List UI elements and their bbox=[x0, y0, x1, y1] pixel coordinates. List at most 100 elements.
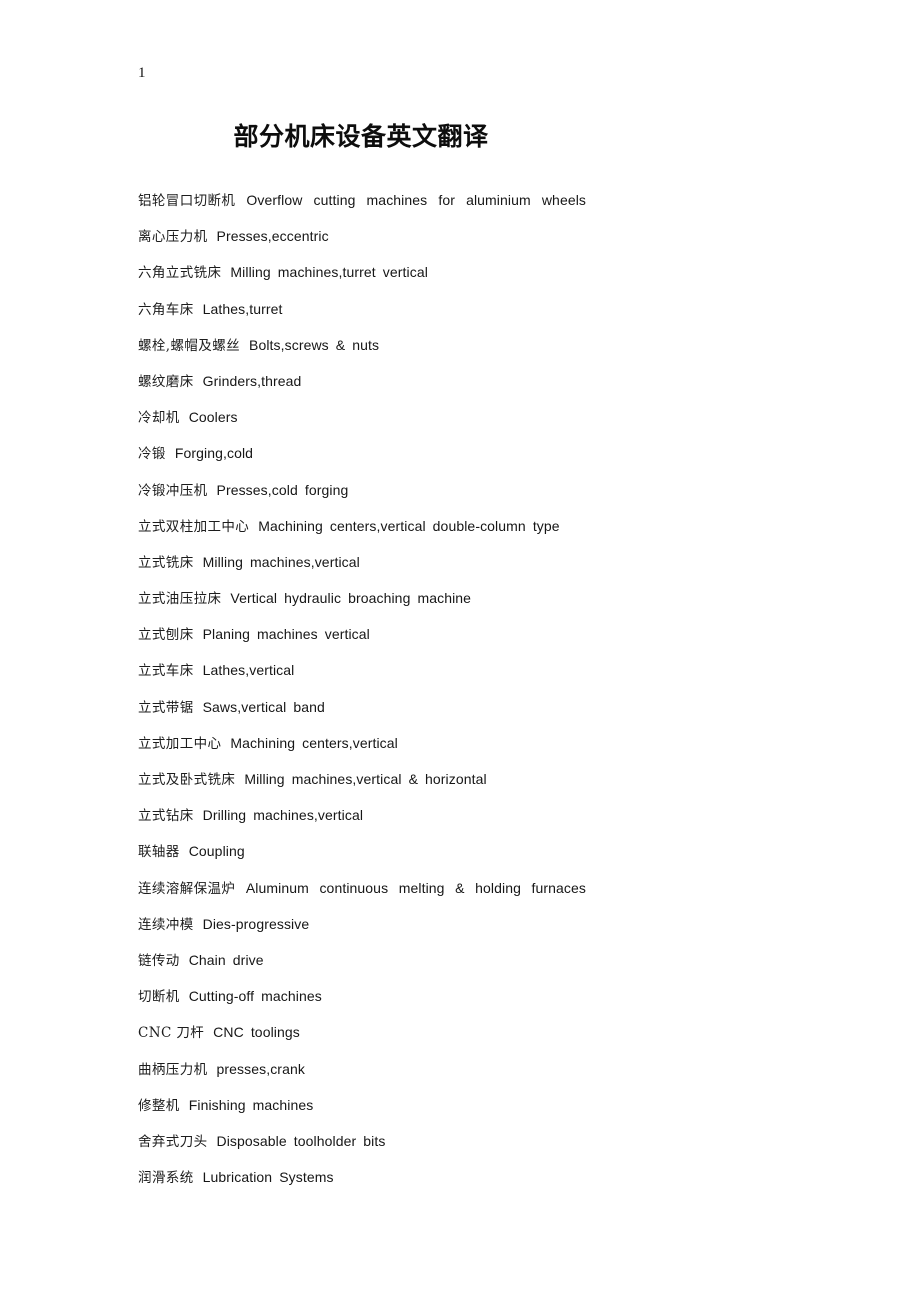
entry-translation-en: CNC bbox=[213, 1024, 244, 1041]
entry-translation-en: Forging,cold bbox=[174, 445, 254, 462]
entry-translation-en: machines,vertical bbox=[250, 553, 360, 570]
entry-term-zh: 铝轮冒口切断机 bbox=[138, 193, 236, 209]
entry-translation-en: Finishing bbox=[188, 1096, 246, 1113]
entry-translation-en: machine bbox=[417, 590, 472, 607]
entry-translation-en: Presses,eccentric bbox=[216, 228, 329, 245]
entry-term-zh: 立式带锯 bbox=[138, 699, 194, 716]
glossary-entry: 立式及卧式铣床 Milling machines,vertical & horizont… bbox=[138, 764, 586, 800]
glossary-entry: 立式铣床 Milling machines,vertical bbox=[138, 547, 586, 583]
entry-translation-en: machines bbox=[257, 626, 318, 643]
entry-term-zh: 冷却机 bbox=[138, 410, 180, 427]
entry-term-zh: 螺纹磨床 bbox=[138, 373, 194, 390]
glossary-entry: 切断机 Cutting-off machines bbox=[138, 981, 586, 1017]
entry-translation-en: aluminium bbox=[466, 192, 531, 208]
glossary-entry: CNC 刀杆 CNC toolings bbox=[138, 1017, 586, 1053]
entry-term-zh: 六角立式铣床 bbox=[138, 265, 222, 282]
page-number-marker: 1 bbox=[138, 65, 146, 81]
entry-translation-en: centers,vertical bbox=[329, 517, 426, 534]
entry-term-zh: 切断机 bbox=[138, 989, 180, 1006]
glossary-entry: 立式双柱加工中心 Machining centers,vertical double-… bbox=[138, 511, 586, 547]
entry-translation-en: Lathes,turret bbox=[202, 300, 283, 317]
entry-translation-en: Milling bbox=[244, 771, 285, 787]
entry-translation-en: Overflow bbox=[246, 192, 303, 208]
entry-translation-en: bits bbox=[363, 1132, 386, 1149]
entry-translation-en: nuts bbox=[352, 336, 380, 353]
entry-translation-en: Chain bbox=[188, 951, 226, 968]
glossary-entry: 冷锻 Forging,cold bbox=[138, 438, 586, 474]
entry-translation-en: continuous bbox=[319, 879, 389, 896]
entry-term-zh: 冷锻冲压机 bbox=[138, 482, 208, 499]
glossary-entry: 联轴器 Coupling bbox=[138, 836, 586, 872]
entry-translation-en: Cutting-off bbox=[188, 988, 255, 1005]
entry-translation-en: Saws,vertical bbox=[202, 698, 287, 715]
entry-term-zh: 立式钻床 bbox=[138, 808, 194, 825]
entry-translation-en: machines bbox=[261, 988, 322, 1005]
entry-translation-en: toolings bbox=[250, 1024, 300, 1041]
glossary-entry: 链传动 Chain drive bbox=[138, 945, 586, 981]
entry-term-zh: 舍弃式刀头 bbox=[138, 1133, 208, 1150]
glossary-entry: 立式车床 Lathes,vertical bbox=[138, 655, 586, 691]
entry-term-zh: 立式及卧式铣床 bbox=[138, 772, 236, 788]
glossary-entry: 曲柄压力机 presses,crank bbox=[138, 1054, 586, 1090]
entry-translation-en: Disposable bbox=[216, 1132, 287, 1149]
glossary-entry: 连续冲模 Dies-progressive bbox=[138, 909, 586, 945]
entry-translation-en: & bbox=[335, 336, 346, 353]
entry-translation-en: double-column bbox=[432, 517, 526, 534]
entry-term-zh: 连续溶解保温炉 bbox=[138, 880, 236, 897]
entry-translation-en: vertical bbox=[324, 626, 370, 643]
entry-translation-en: Milling bbox=[202, 553, 243, 570]
entry-translation-en: presses,crank bbox=[216, 1060, 305, 1077]
glossary-entry: 螺栓,螺帽及螺丝 Bolts,screws & nuts bbox=[138, 330, 586, 366]
glossary-entry: 离心压力机 Presses,eccentric bbox=[138, 221, 586, 257]
entry-translation-en: cutting bbox=[313, 192, 356, 208]
entry-translation-en: Drilling bbox=[202, 807, 247, 824]
entry-translation-en: holding bbox=[475, 879, 521, 896]
entry-translation-en: for bbox=[438, 192, 455, 208]
entry-term-zh: 润滑系统 bbox=[138, 1170, 194, 1187]
entry-translation-en: machines,turret bbox=[277, 264, 376, 281]
entry-translation-en: Systems bbox=[279, 1169, 334, 1186]
entry-term-zh: 链传动 bbox=[138, 952, 180, 969]
entry-term-zh: 六角车床 bbox=[138, 301, 194, 318]
entry-translation-en: Machining bbox=[230, 734, 296, 751]
glossary-entry: 立式带锯 Saws,vertical band bbox=[138, 692, 586, 728]
glossary-entry: 六角车床 Lathes,turret bbox=[138, 294, 586, 330]
entry-translation-en: & bbox=[408, 771, 419, 787]
entry-translation-en: machines bbox=[366, 192, 428, 208]
entry-term-zh: 立式油压拉床 bbox=[138, 591, 222, 608]
glossary-entry: 六角立式铣床 Milling machines,turret vertical bbox=[138, 257, 586, 293]
entry-translation-en: horizontal bbox=[425, 771, 487, 787]
entry-term-zh: 离心压力机 bbox=[138, 229, 208, 246]
entry-term-zh: 联轴器 bbox=[138, 844, 180, 861]
page-title: 部分机床设备英文翻译 bbox=[233, 122, 489, 151]
entry-translation-en: band bbox=[293, 698, 325, 715]
entry-term-zh: 立式加工中心 bbox=[138, 735, 222, 752]
entry-translation-en: Aluminum bbox=[245, 879, 309, 896]
glossary-entry: 立式钻床 Drilling machines,vertical bbox=[138, 800, 586, 836]
entry-term-zh: 立式车床 bbox=[138, 663, 194, 680]
glossary-entry: 连续溶解保温炉 Aluminum continuous melting & holding… bbox=[138, 873, 586, 909]
entry-term-zh: 连续冲模 bbox=[138, 916, 194, 933]
entry-translation-en: hydraulic bbox=[284, 590, 342, 607]
glossary-entry: 立式加工中心 Machining centers,vertical bbox=[138, 728, 586, 764]
entry-translation-en: Coolers bbox=[188, 409, 238, 426]
entry-term-zh: 螺栓,螺帽及螺丝 bbox=[138, 337, 240, 354]
entry-translation-en: broaching bbox=[348, 590, 411, 607]
entry-term-zh: 立式双柱加工中心 bbox=[138, 518, 250, 535]
entry-translation-en: Machining bbox=[258, 517, 323, 534]
entry-term-zh: 冷锻 bbox=[138, 446, 166, 463]
glossary-entry: 舍弃式刀头 Disposable toolholder bits bbox=[138, 1126, 586, 1162]
entry-translation-en: Milling bbox=[230, 264, 271, 281]
entry-term-zh: 曲柄压力机 bbox=[138, 1061, 208, 1078]
entry-translation-en: vertical bbox=[382, 264, 428, 281]
entry-translation-en: & bbox=[455, 879, 465, 896]
entry-term-zh: CNC 刀杆 bbox=[138, 1025, 205, 1042]
entry-translation-en: toolholder bbox=[293, 1132, 357, 1149]
entry-term-zh: 立式刨床 bbox=[138, 627, 194, 644]
glossary-entry: 螺纹磨床 Grinders,thread bbox=[138, 366, 586, 402]
entry-translation-en: drive bbox=[232, 951, 264, 968]
entry-translation-en: Bolts,screws bbox=[249, 336, 329, 353]
entry-translation-en: melting bbox=[398, 879, 445, 896]
glossary-entry: 修整机 Finishing machines bbox=[138, 1090, 586, 1126]
entry-translation-en: Coupling bbox=[188, 843, 245, 860]
